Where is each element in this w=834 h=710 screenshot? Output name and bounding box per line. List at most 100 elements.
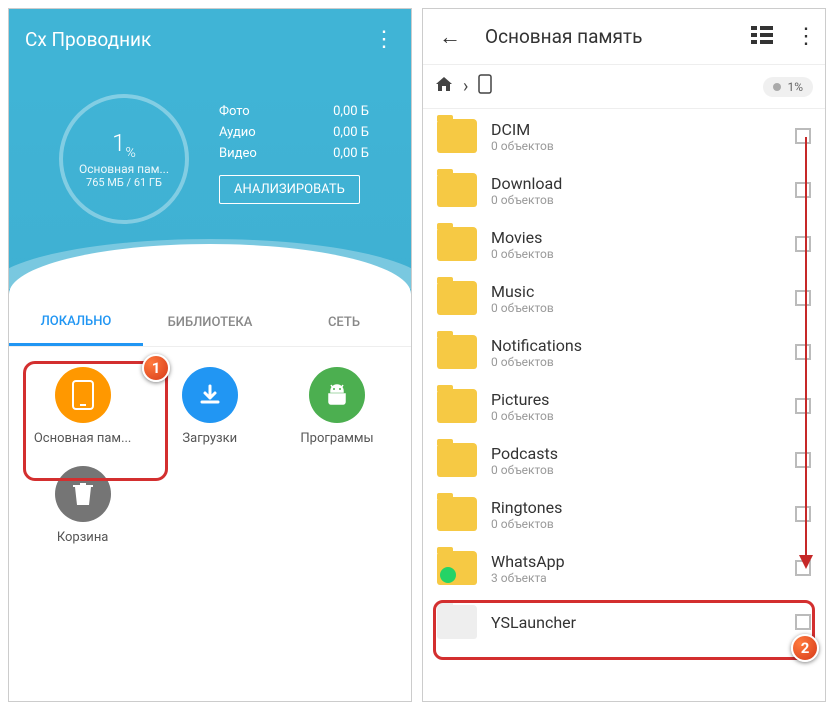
folder-row[interactable]: Music0 объектов	[423, 271, 825, 325]
checkbox[interactable]	[795, 452, 811, 468]
folder-icon	[437, 443, 477, 477]
folder-icon	[437, 497, 477, 531]
folder-subtitle: 0 объектов	[491, 139, 781, 153]
folder-row[interactable]: Pictures0 объектов	[423, 379, 825, 433]
folder-name: WhatsApp	[491, 552, 781, 571]
menu-icon[interactable]: ⋮	[795, 24, 817, 49]
folder-row[interactable]: DCIM0 объектов	[423, 109, 825, 163]
file-list[interactable]: DCIM0 объектовDownload0 объектовMovies0 …	[423, 109, 825, 701]
folder-name: Download	[491, 174, 781, 193]
download-icon	[182, 367, 238, 423]
folder-subtitle: 0 объектов	[491, 247, 781, 261]
folder-subtitle: 0 объектов	[491, 193, 781, 207]
location-trash[interactable]: Корзина	[19, 466, 146, 545]
list-view-icon[interactable]	[745, 19, 779, 55]
location-label: Загрузки	[182, 431, 237, 446]
folder-row[interactable]: Notifications0 объектов	[423, 325, 825, 379]
stat-value: 0,00 Б	[333, 146, 369, 161]
checkbox[interactable]	[795, 398, 811, 414]
tab-network[interactable]: СЕТЬ	[277, 299, 411, 346]
folder-info: Podcasts0 объектов	[491, 444, 781, 477]
folder-info: Download0 объектов	[491, 174, 781, 207]
stat-value: 0,00 Б	[333, 125, 369, 140]
folder-subtitle: 0 объектов	[491, 355, 781, 369]
annotation-badge-2: 2	[791, 634, 819, 662]
hero-panel: 1% Основная пам... 765 МБ / 61 ГБ Фото 0,…	[9, 69, 411, 299]
locations-grid: Основная пам... Загрузки Программы Корзи…	[9, 347, 411, 585]
folder-subtitle: 0 объектов	[491, 463, 781, 477]
menu-icon[interactable]: ⋮	[373, 27, 395, 52]
folder-name: Music	[491, 282, 781, 301]
stat-label: Фото	[219, 104, 250, 119]
folder-subtitle: 3 объекта	[491, 571, 781, 585]
folder-icon	[437, 173, 477, 207]
folder-subtitle: 0 объектов	[491, 301, 781, 315]
storage-label: Основная пам...	[79, 162, 169, 176]
checkbox[interactable]	[795, 128, 811, 144]
checkbox[interactable]	[795, 290, 811, 306]
folder-row[interactable]: Movies0 объектов	[423, 217, 825, 271]
folder-icon	[437, 281, 477, 315]
storage-circle[interactable]: 1% Основная пам... 765 МБ / 61 ГБ	[59, 94, 189, 224]
folder-subtitle: 0 объектов	[491, 517, 781, 531]
folder-info: Notifications0 объектов	[491, 336, 781, 369]
tab-library[interactable]: БИБЛИОТЕКА	[143, 299, 277, 346]
location-main-storage[interactable]: Основная пам...	[19, 367, 146, 446]
location-apps[interactable]: Программы	[273, 367, 400, 446]
android-icon	[309, 367, 365, 423]
app-header: Cx Проводник ⋮	[9, 9, 411, 69]
home-icon[interactable]	[435, 75, 453, 98]
storage-size: 765 МБ / 61 ГБ	[86, 176, 162, 189]
stat-value: 0,00 Б	[333, 104, 369, 119]
folder-name: Podcasts	[491, 444, 781, 463]
breadcrumb: › 1%	[423, 65, 825, 109]
folder-name: Movies	[491, 228, 781, 247]
folder-name: Ringtones	[491, 498, 781, 517]
annotation-arrow	[805, 137, 807, 567]
folder-info: Movies0 объектов	[491, 228, 781, 261]
phone-icon	[55, 367, 111, 423]
analyze-button[interactable]: АНАЛИЗИРОВАТЬ	[219, 175, 360, 204]
stat-label: Видео	[219, 146, 257, 161]
folder-icon	[437, 227, 477, 261]
phone-right: ← Основная память ⋮ › 1% DCIM0 объектовD…	[422, 8, 826, 702]
folder-icon	[437, 119, 477, 153]
location-label: Программы	[300, 431, 373, 446]
location-label: Основная пам...	[34, 431, 132, 446]
checkbox[interactable]	[795, 344, 811, 360]
folder-subtitle: 0 объектов	[491, 409, 781, 423]
folder-row[interactable]: Ringtones0 объектов	[423, 487, 825, 541]
folder-icon	[437, 389, 477, 423]
annotation-badge-1: 1	[142, 354, 170, 382]
folder-icon	[437, 551, 477, 585]
stats-block: Фото 0,00 Б Аудио 0,00 Б Видео 0,00 Б АНАЛИ…	[219, 104, 369, 204]
trash-icon	[55, 466, 111, 522]
folder-icon	[437, 605, 477, 639]
folder-row[interactable]: Download0 объектов	[423, 163, 825, 217]
checkbox[interactable]	[795, 506, 811, 522]
folder-name: DCIM	[491, 120, 781, 139]
folder-row[interactable]: YSLauncher	[423, 595, 825, 649]
folder-info: WhatsApp3 объекта	[491, 552, 781, 585]
back-icon[interactable]: ←	[431, 16, 469, 58]
phone-left: Cx Проводник ⋮ 1% Основная пам... 765 МБ…	[8, 8, 412, 702]
page-title: Основная память	[485, 25, 729, 48]
folder-row[interactable]: WhatsApp3 объекта	[423, 541, 825, 595]
stat-label: Аудио	[219, 125, 256, 140]
folder-row[interactable]: Podcasts0 объектов	[423, 433, 825, 487]
tab-bar: ЛОКАЛЬНО БИБЛИОТЕКА СЕТЬ	[9, 299, 411, 347]
checkbox[interactable]	[795, 182, 811, 198]
folder-name: Notifications	[491, 336, 781, 355]
folder-info: DCIM0 объектов	[491, 120, 781, 153]
breadcrumb-separator: ›	[463, 76, 468, 97]
app-title: Cx Проводник	[25, 28, 151, 51]
location-label: Корзина	[57, 530, 109, 545]
checkbox[interactable]	[795, 614, 811, 630]
app-header: ← Основная память ⋮	[423, 9, 825, 65]
tab-local[interactable]: ЛОКАЛЬНО	[9, 299, 143, 346]
storage-percent: 1%	[112, 129, 136, 161]
storage-badge[interactable]: 1%	[763, 77, 813, 97]
location-downloads[interactable]: Загрузки	[146, 367, 273, 446]
device-icon[interactable]	[478, 74, 492, 99]
checkbox[interactable]	[795, 236, 811, 252]
